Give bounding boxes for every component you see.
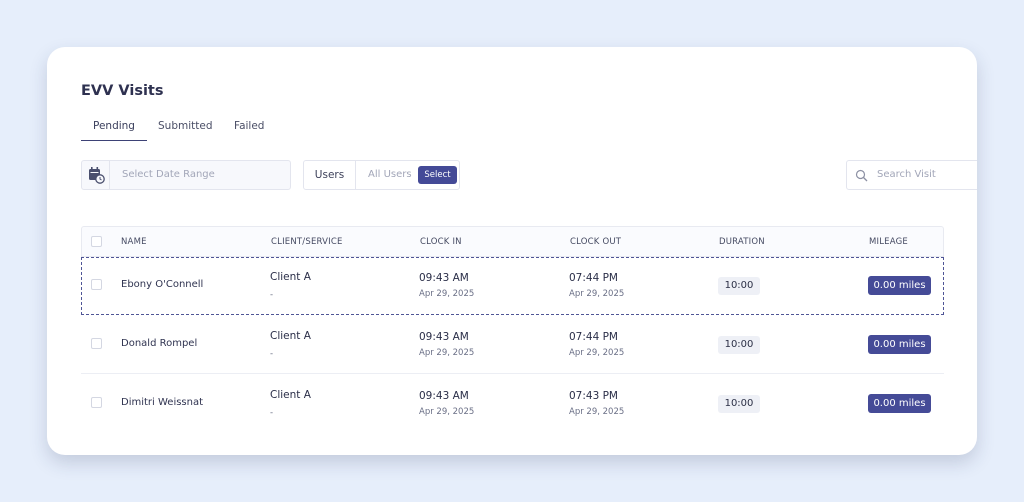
column-header-duration[interactable]: DURATION <box>719 237 765 247</box>
users-filter[interactable]: Users All Users Select <box>303 160 460 190</box>
clock-in-time: 09:43 AM <box>419 272 469 284</box>
tab-submitted[interactable]: Submitted <box>158 119 213 141</box>
visit-service: - <box>270 290 274 300</box>
evv-visits-card: EVV Visits Pending Submitted Failed Sele… <box>47 47 977 455</box>
visit-service: - <box>270 349 274 359</box>
mileage-badge: 0.00 miles <box>868 394 931 413</box>
mileage-badge: 0.00 miles <box>868 276 931 295</box>
clock-out-time: 07:44 PM <box>569 331 618 343</box>
clock-out-date: Apr 29, 2025 <box>569 348 625 358</box>
search-input[interactable]: Search Visit <box>877 169 936 180</box>
visit-client: Client A <box>270 271 311 283</box>
table-header: NAME CLIENT/SERVICE CLOCK IN CLOCK OUT D… <box>81 226 944 257</box>
row-checkbox[interactable] <box>91 397 102 408</box>
visit-service: - <box>270 408 274 418</box>
column-header-client-service[interactable]: CLIENT/SERVICE <box>271 237 343 247</box>
clock-in-date: Apr 29, 2025 <box>419 407 475 417</box>
visit-client: Client A <box>270 389 311 401</box>
clock-out-time: 07:43 PM <box>569 390 618 402</box>
select-users-button[interactable]: Select <box>418 166 457 184</box>
clock-in-time: 09:43 AM <box>419 390 469 402</box>
duration-badge: 10:00 <box>718 395 760 413</box>
visits-table: NAME CLIENT/SERVICE CLOCK IN CLOCK OUT D… <box>81 226 944 455</box>
clock-out-time: 07:44 PM <box>569 272 618 284</box>
clock-in-time: 09:43 AM <box>419 331 469 343</box>
search-icon <box>855 168 869 187</box>
calendar-clock-icon <box>82 161 110 189</box>
search-visit-field[interactable]: Search Visit <box>846 160 977 190</box>
column-header-clock-in[interactable]: CLOCK IN <box>420 237 462 247</box>
visit-tabs: Pending Submitted Failed <box>81 119 321 141</box>
duration-badge: 10:00 <box>718 277 760 295</box>
select-all-checkbox[interactable] <box>91 236 102 247</box>
date-range-picker[interactable]: Select Date Range <box>81 160 291 190</box>
visit-name: Ebony O'Connell <box>121 279 204 290</box>
visit-client: Client A <box>270 330 311 342</box>
visit-name: Donald Rompel <box>121 338 198 349</box>
column-header-mileage[interactable]: MILEAGE <box>869 237 908 247</box>
users-label: Users <box>304 161 356 189</box>
users-value[interactable]: All Users <box>368 169 412 180</box>
clock-out-date: Apr 29, 2025 <box>569 407 625 417</box>
clock-out-date: Apr 29, 2025 <box>569 289 625 299</box>
date-range-input[interactable]: Select Date Range <box>122 169 215 180</box>
clock-in-date: Apr 29, 2025 <box>419 289 475 299</box>
column-header-name[interactable]: NAME <box>121 237 147 247</box>
tab-pending[interactable]: Pending <box>81 119 147 141</box>
table-row[interactable]: Dimitri Weissnat Client A - 09:43 AM Apr… <box>81 375 944 433</box>
row-checkbox[interactable] <box>91 279 102 290</box>
mileage-badge: 0.00 miles <box>868 335 931 354</box>
tab-failed[interactable]: Failed <box>234 119 264 141</box>
visit-name: Dimitri Weissnat <box>121 397 204 408</box>
page-title: EVV Visits <box>81 83 164 99</box>
row-checkbox[interactable] <box>91 338 102 349</box>
table-row[interactable]: Donald Rompel Client A - 09:43 AM Apr 29… <box>81 316 944 374</box>
column-header-clock-out[interactable]: CLOCK OUT <box>570 237 621 247</box>
table-row[interactable]: Ebony O'Connell Client A - 09:43 AM Apr … <box>81 257 944 315</box>
clock-in-date: Apr 29, 2025 <box>419 348 475 358</box>
duration-badge: 10:00 <box>718 336 760 354</box>
